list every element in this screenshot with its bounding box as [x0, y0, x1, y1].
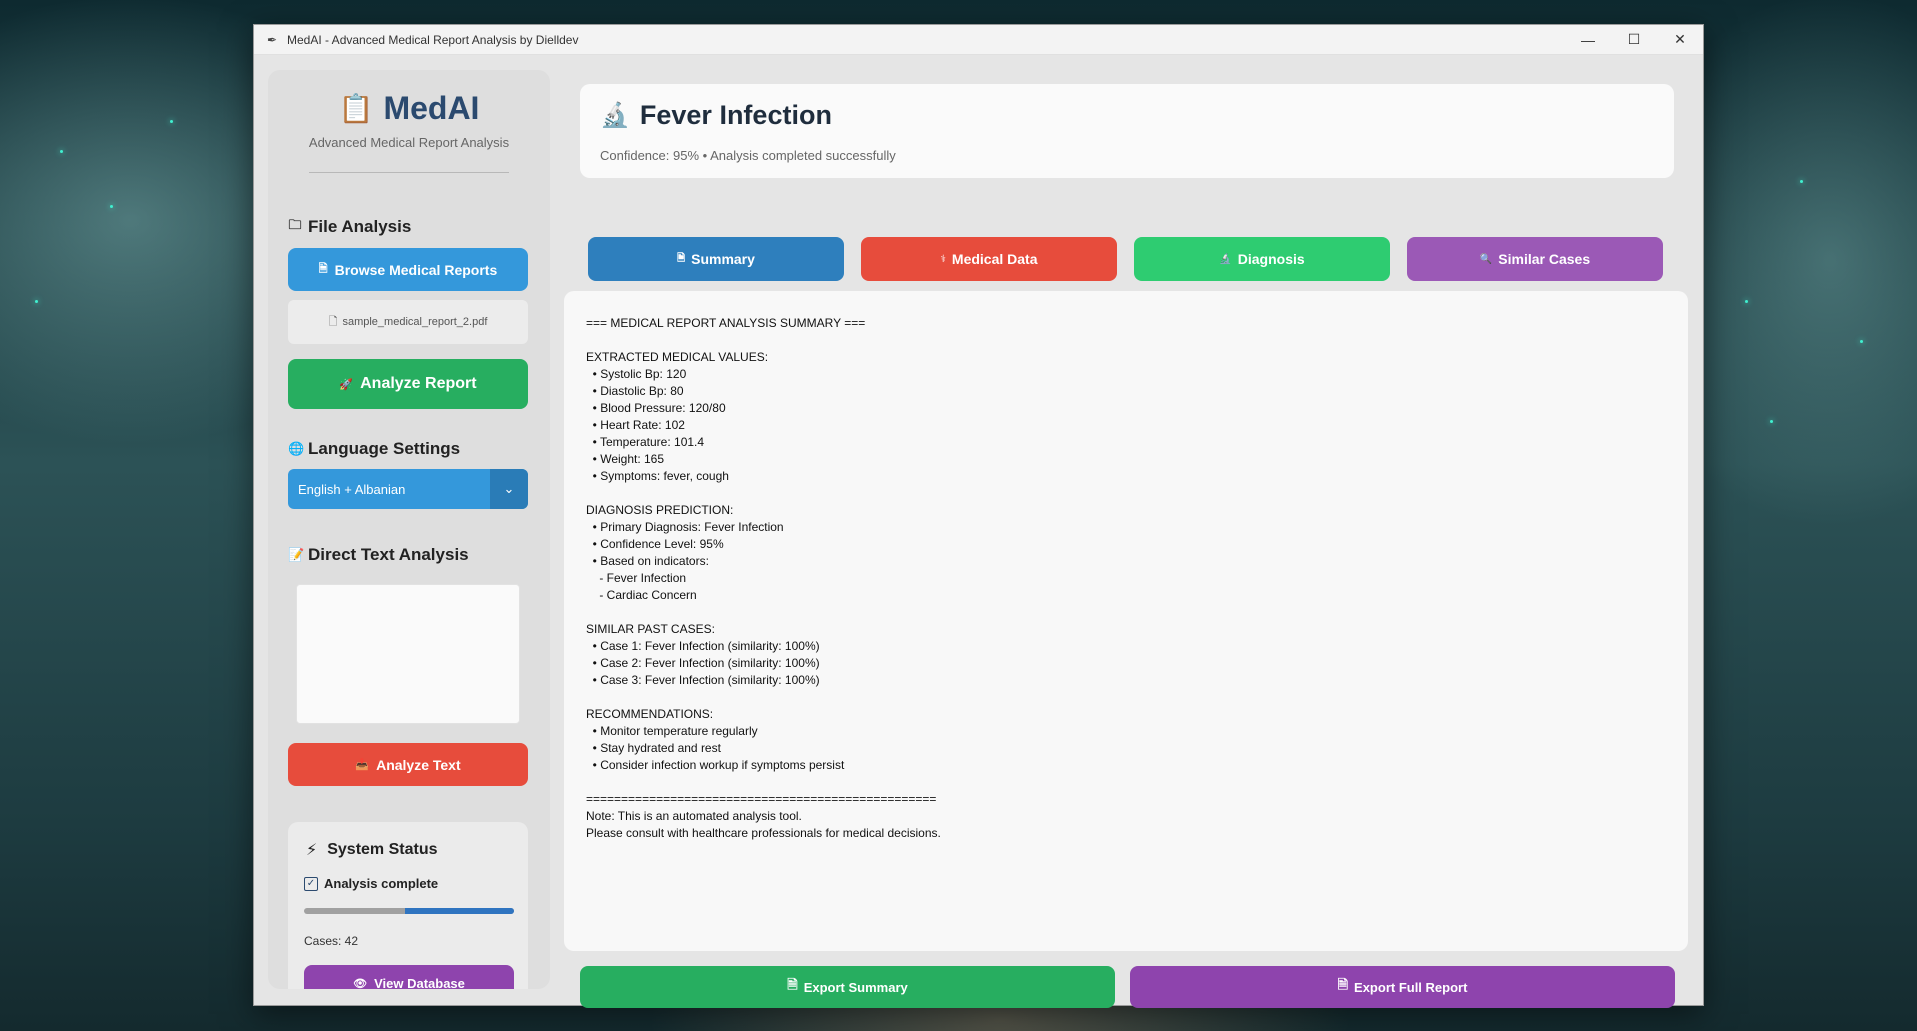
- microscope-icon: 🔬: [600, 102, 630, 129]
- direct-text-title: Direct Text Analysis: [308, 545, 469, 564]
- direct-text-input[interactable]: [296, 584, 520, 724]
- magnifier-icon: 🔍: [1479, 253, 1493, 265]
- microscope-icon: 🔬: [1219, 253, 1232, 265]
- divider: [309, 172, 509, 173]
- language-title: Language Settings: [308, 439, 461, 458]
- inbox-icon: 📥: [355, 759, 370, 771]
- system-status-card: ⚡ System Status ✓ Analysis complete Case…: [288, 822, 528, 989]
- window-title: MedAI - Advanced Medical Report Analysis…: [287, 32, 579, 47]
- stethoscope-icon: ⚕: [940, 253, 946, 265]
- status-line: ✓ Analysis complete: [304, 876, 438, 891]
- eye-icon: 👁: [353, 978, 368, 989]
- document-icon: 🗎: [318, 263, 328, 275]
- export-full-report-button[interactable]: 🗎 Export Full Report: [1130, 966, 1675, 1008]
- logo-block: 📋 MedAI Advanced Medical Report Analysis: [268, 90, 550, 173]
- selected-file: 🗋 sample_medical_report_2.pdf: [288, 300, 528, 344]
- analyze-text-button[interactable]: 📥 Analyze Text: [288, 743, 528, 786]
- browse-reports-label: Browse Medical Reports: [334, 261, 498, 278]
- folder-icon: 🗀: [288, 217, 302, 232]
- app-window: ✒ MedAI - Advanced Medical Report Analys…: [253, 24, 1704, 1008]
- export-full-report-label: Export Full Report: [1354, 979, 1468, 995]
- document-icon: 🗎: [677, 252, 686, 264]
- close-button[interactable]: ✕: [1657, 25, 1703, 54]
- tab-similar-cases-label: Similar Cases: [1498, 251, 1591, 267]
- tab-similar-cases[interactable]: 🔍 Similar Cases: [1407, 237, 1663, 281]
- chevron-down-icon[interactable]: ⌄: [490, 469, 528, 509]
- language-heading: 🌐 Language Settings: [288, 439, 460, 459]
- sidebar: 📋 MedAI Advanced Medical Report Analysis…: [268, 70, 550, 989]
- edit-icon: 📝: [288, 547, 305, 562]
- diagnosis-subtitle: Confidence: 95% • Analysis completed suc…: [600, 148, 896, 163]
- globe-icon: 🌐: [288, 441, 305, 456]
- progress-bar: [304, 908, 514, 914]
- document-icon: 🗎: [1337, 977, 1349, 992]
- language-select[interactable]: English + Albanian ⌄: [288, 469, 528, 509]
- tab-diagnosis[interactable]: 🔬 Diagnosis: [1134, 237, 1390, 281]
- selected-file-name: sample_medical_report_2.pdf: [342, 316, 488, 328]
- status-text: Analysis complete: [324, 876, 439, 891]
- system-status-heading: ⚡ System Status: [306, 840, 438, 860]
- tab-diagnosis-label: Diagnosis: [1237, 251, 1305, 267]
- check-icon: ✓: [304, 876, 318, 891]
- window-content: 📋 MedAI Advanced Medical Report Analysis…: [254, 55, 1703, 1008]
- view-database-label: View Database: [374, 976, 465, 989]
- window-controls: — ☐ ✕: [1565, 25, 1703, 54]
- maximize-button[interactable]: ☐: [1611, 25, 1657, 54]
- browse-reports-button[interactable]: 🗎 Browse Medical Reports: [288, 248, 528, 291]
- logo-subtitle: Advanced Medical Report Analysis: [308, 135, 510, 150]
- export-summary-label: Export Summary: [803, 979, 908, 995]
- progress-fill: [404, 908, 514, 914]
- diagnosis-heading: 🔬 Fever Infection: [600, 100, 832, 131]
- report-panel[interactable]: === MEDICAL REPORT ANALYSIS SUMMARY === …: [564, 291, 1688, 951]
- analyze-report-label: Analyze Report: [360, 375, 477, 392]
- system-status-title: System Status: [327, 841, 438, 858]
- direct-text-heading: 📝 Direct Text Analysis: [288, 545, 469, 565]
- file-analysis-heading: 🗀 File Analysis: [288, 216, 411, 238]
- diagnosis-header: 🔬 Fever Infection Confidence: 95% • Anal…: [580, 84, 1674, 178]
- export-summary-button[interactable]: 🗎 Export Summary: [580, 966, 1115, 1008]
- analyze-text-label: Analyze Text: [376, 756, 461, 773]
- language-select-value: English + Albanian: [298, 481, 406, 497]
- view-database-button[interactable]: 👁 View Database: [304, 965, 514, 989]
- clipboard-icon: 📋: [338, 93, 374, 124]
- file-icon: 🗋: [328, 315, 338, 328]
- cases-count: Cases: 42: [304, 934, 359, 948]
- title-bar: ✒ MedAI - Advanced Medical Report Analys…: [254, 25, 1703, 55]
- tab-summary-label: Summary: [691, 251, 755, 267]
- tab-summary[interactable]: 🗎 Summary: [588, 237, 844, 281]
- tab-medical-data[interactable]: ⚕ Medical Data: [861, 237, 1117, 281]
- document-icon: 🗎: [787, 977, 798, 992]
- diagnosis-title: Fever Infection: [639, 100, 832, 130]
- rocket-icon: 🚀: [339, 378, 354, 391]
- feather-icon: ✒: [266, 32, 278, 47]
- tab-medical-data-label: Medical Data: [951, 251, 1038, 267]
- report-text: === MEDICAL REPORT ANALYSIS SUMMARY === …: [586, 316, 941, 840]
- lightning-icon: ⚡: [306, 842, 318, 859]
- minimize-button[interactable]: —: [1565, 25, 1611, 54]
- file-analysis-title: File Analysis: [308, 217, 412, 236]
- logo-title: MedAI: [383, 90, 480, 126]
- analyze-report-button[interactable]: 🚀 Analyze Report: [288, 359, 528, 409]
